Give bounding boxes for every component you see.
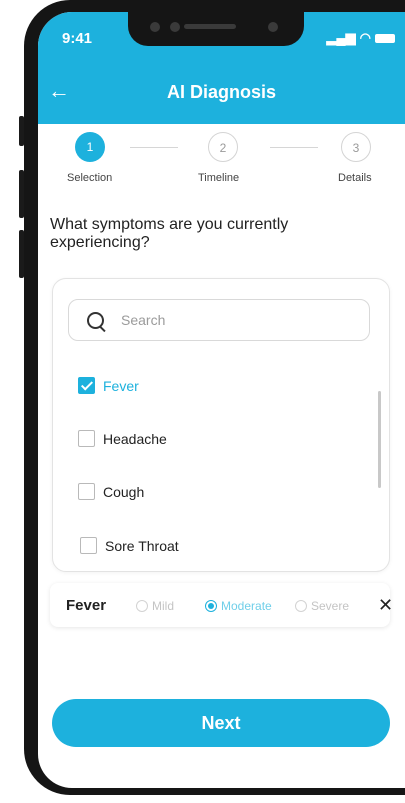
search-icon [87, 312, 104, 329]
symptom-label: Headache [103, 430, 167, 447]
radio-icon[interactable] [295, 600, 307, 612]
close-icon[interactable]: ✕ [378, 595, 393, 616]
checkbox-icon[interactable] [78, 430, 95, 447]
step-3-label: Details [338, 172, 372, 184]
speaker-grille [184, 24, 236, 29]
step-3-indicator: 3 [341, 132, 371, 162]
list-scrollbar[interactable] [378, 391, 381, 488]
symptom-label: Sore Throat [105, 537, 179, 554]
step-1-indicator: 1 [75, 132, 105, 162]
symptom-question: What symptoms are you currently experien… [50, 216, 289, 251]
severity-symptom-name: Fever [66, 597, 107, 614]
radio-selected-icon[interactable] [205, 600, 217, 612]
symptom-label: Cough [103, 483, 145, 500]
volume-up-button [19, 170, 24, 218]
silent-switch [19, 116, 24, 146]
app-header: 9:41 ▂▄▆ ◠ ← AI Diagnosis [38, 12, 405, 124]
wifi-icon: ◠ [359, 30, 371, 45]
search-input[interactable]: Search [68, 299, 370, 341]
battery-icon [375, 33, 395, 43]
notch [128, 12, 304, 46]
search-placeholder: Search [121, 312, 166, 328]
sensor-icon [170, 22, 180, 32]
next-button[interactable]: Next [52, 699, 390, 747]
status-time: 9:41 [62, 30, 93, 47]
checkbox-icon[interactable] [78, 483, 95, 500]
radio-label: Moderate [221, 599, 272, 613]
symptom-option-cough[interactable]: Cough [78, 483, 144, 500]
step-2-indicator: 2 [208, 132, 238, 162]
symptom-option-sore-throat[interactable]: Sore Throat [80, 537, 179, 554]
severity-row: Fever Mild Moderate Severe ✕ [50, 583, 393, 627]
camera-icon [150, 22, 160, 32]
step-connector-2 [270, 147, 318, 148]
severity-option-moderate[interactable]: Moderate [205, 599, 272, 613]
symptom-option-headache[interactable]: Headache [78, 430, 167, 447]
step-1-label: Selection [67, 172, 113, 184]
radio-icon[interactable] [136, 600, 148, 612]
symptom-option-fever[interactable]: Fever [78, 377, 139, 394]
checkbox-icon[interactable] [80, 537, 97, 554]
severity-option-mild[interactable]: Mild [136, 599, 174, 613]
status-icons: ▂▄▆ ◠ [326, 30, 395, 46]
symptom-label: Fever [103, 377, 139, 394]
volume-down-button [19, 230, 24, 278]
page-title: AI Diagnosis [166, 82, 277, 102]
severity-option-severe[interactable]: Severe [295, 599, 349, 613]
front-camera-icon [268, 22, 278, 32]
radio-label: Mild [152, 599, 175, 613]
step-2-label: Timeline [198, 172, 240, 184]
step-connector-1 [130, 147, 178, 148]
signal-icon: ▂▄▆ [326, 30, 356, 45]
radio-label: Severe [311, 599, 350, 613]
checkbox-checked-icon[interactable] [78, 377, 95, 394]
